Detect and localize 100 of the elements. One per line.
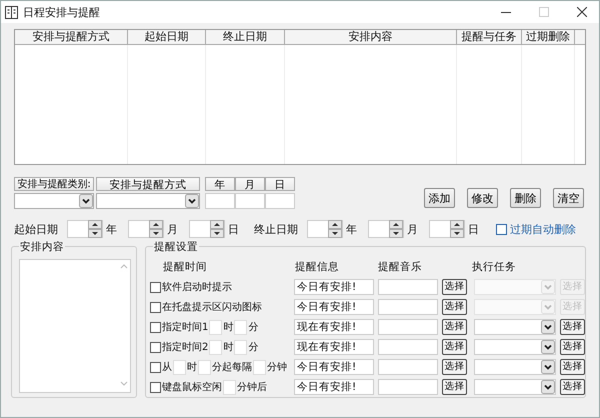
checkbox[interactable] — [150, 382, 161, 392]
checkbox[interactable] — [150, 302, 161, 312]
spin-arrows-icon[interactable] — [328, 220, 342, 238]
column-header[interactable]: 过期删除 — [522, 30, 575, 44]
spin-arrows-icon[interactable] — [450, 220, 464, 238]
select-button[interactable]: 选择 — [442, 279, 467, 295]
message-field[interactable]: 现在有安排! — [294, 339, 374, 355]
action-button[interactable]: 添加 — [424, 188, 455, 208]
column-label: 提醒音乐 — [378, 260, 422, 274]
option-label: 分钟 — [267, 360, 287, 374]
spin-arrows-icon[interactable] — [389, 220, 403, 238]
method-header[interactable]: 安排与提醒方式 — [96, 177, 200, 191]
auto-delete-checkbox[interactable] — [496, 224, 507, 234]
checkbox[interactable] — [150, 362, 161, 372]
select-button[interactable]: 选择 — [560, 339, 585, 355]
spin-field[interactable] — [368, 220, 404, 238]
maximize-icon[interactable] — [539, 7, 549, 17]
select-button[interactable]: 选择 — [442, 379, 467, 395]
number-field[interactable] — [253, 360, 266, 374]
date-field[interactable] — [205, 193, 235, 209]
select-button[interactable]: 选择 — [560, 319, 585, 335]
music-field[interactable] — [378, 319, 438, 335]
unit-label: 月 — [407, 222, 418, 236]
checkbox[interactable] — [150, 282, 161, 292]
column-header[interactable]: 提醒与任务 — [457, 30, 522, 44]
number-field[interactable] — [223, 380, 236, 394]
option-label: 时 — [187, 360, 197, 374]
option-label: 分 — [248, 321, 258, 334]
column-label: 执行任务 — [472, 260, 516, 274]
auto-delete-label[interactable]: 过期自动删除 — [510, 222, 576, 236]
music-field[interactable] — [378, 339, 438, 355]
content-textarea[interactable] — [19, 259, 131, 393]
option-label: 指定时间2 — [162, 340, 208, 354]
window-title: 日程安排与提醒 — [23, 4, 101, 20]
select-button[interactable]: 选择 — [442, 359, 467, 375]
close-icon[interactable] — [577, 7, 587, 17]
date-header[interactable]: 日 — [265, 177, 295, 191]
option-label: 分钟后 — [237, 380, 267, 394]
column-header[interactable]: 安排内容 — [285, 30, 457, 44]
music-field[interactable] — [378, 279, 438, 295]
spin-field[interactable] — [429, 220, 465, 238]
app-icon — [5, 6, 18, 18]
column-label: 提醒时间 — [163, 260, 207, 274]
date-field[interactable] — [265, 193, 295, 209]
date-header[interactable]: 月 — [235, 177, 265, 191]
unit-label: 年 — [346, 222, 357, 236]
unit-label: 年 — [106, 222, 117, 236]
select-button[interactable]: 选择 — [442, 299, 467, 315]
select-button[interactable]: 选择 — [560, 379, 585, 395]
option-label: 指定时间1 — [162, 320, 208, 334]
number-field[interactable] — [173, 360, 186, 374]
option-label: 在托盘提示区闪动图标 — [162, 300, 262, 314]
music-field[interactable] — [378, 379, 438, 395]
option-label: 时 — [223, 320, 234, 334]
select-button[interactable]: 选择 — [560, 359, 585, 375]
select-button[interactable]: 选择 — [442, 339, 467, 355]
group-title: 安排内容 — [19, 240, 65, 254]
action-button[interactable]: 修改 — [467, 188, 498, 208]
group-title: 提醒设置 — [153, 240, 199, 254]
spin-field[interactable] — [128, 220, 164, 238]
spin-field[interactable] — [189, 220, 225, 238]
music-field[interactable] — [378, 299, 438, 315]
action-button[interactable]: 删除 — [510, 188, 541, 208]
action-button[interactable]: 清空 — [553, 188, 584, 208]
message-field[interactable]: 现在有安排! — [294, 319, 374, 335]
message-field[interactable]: 今日有安排! — [294, 379, 374, 395]
message-field[interactable]: 今日有安排! — [294, 359, 374, 375]
option-label: 软件启动时提示 — [162, 280, 232, 294]
music-field[interactable] — [378, 359, 438, 375]
end-date-label: 终止日期 — [254, 222, 298, 236]
message-field[interactable]: 今日有安排! — [294, 279, 374, 295]
spin-field[interactable] — [67, 220, 103, 238]
column-header[interactable]: 安排与提醒方式 — [15, 30, 128, 44]
number-field[interactable] — [198, 360, 211, 374]
spin-field[interactable] — [307, 220, 343, 238]
option-label: 从 — [162, 360, 172, 374]
option-label: 分起每隔 — [212, 360, 252, 374]
date-field[interactable] — [235, 193, 265, 209]
message-field[interactable]: 今日有安排! — [294, 299, 374, 315]
number-field[interactable] — [209, 320, 222, 334]
unit-label: 月 — [167, 222, 178, 236]
checkbox[interactable] — [150, 342, 161, 352]
spin-arrows-icon[interactable] — [210, 220, 224, 238]
category-header[interactable]: 安排与提醒类别: — [14, 177, 94, 191]
column-header[interactable]: 起始日期 — [128, 30, 206, 44]
spin-arrows-icon[interactable] — [88, 220, 102, 238]
number-field[interactable] — [234, 320, 248, 334]
number-field[interactable] — [234, 340, 248, 354]
unit-label: 日 — [228, 222, 239, 236]
option-label: 分 — [248, 341, 258, 354]
column-header[interactable]: 终止日期 — [206, 30, 285, 44]
number-field[interactable] — [209, 340, 222, 354]
start-date-label: 起始日期 — [14, 222, 58, 236]
option-label: 时 — [223, 340, 234, 354]
date-header[interactable]: 年 — [205, 177, 235, 191]
column-label: 提醒信息 — [295, 260, 339, 274]
option-label: 键盘鼠标空闲 — [162, 380, 222, 394]
select-button[interactable]: 选择 — [442, 319, 467, 335]
spin-arrows-icon[interactable] — [149, 220, 163, 238]
checkbox[interactable] — [150, 322, 161, 332]
